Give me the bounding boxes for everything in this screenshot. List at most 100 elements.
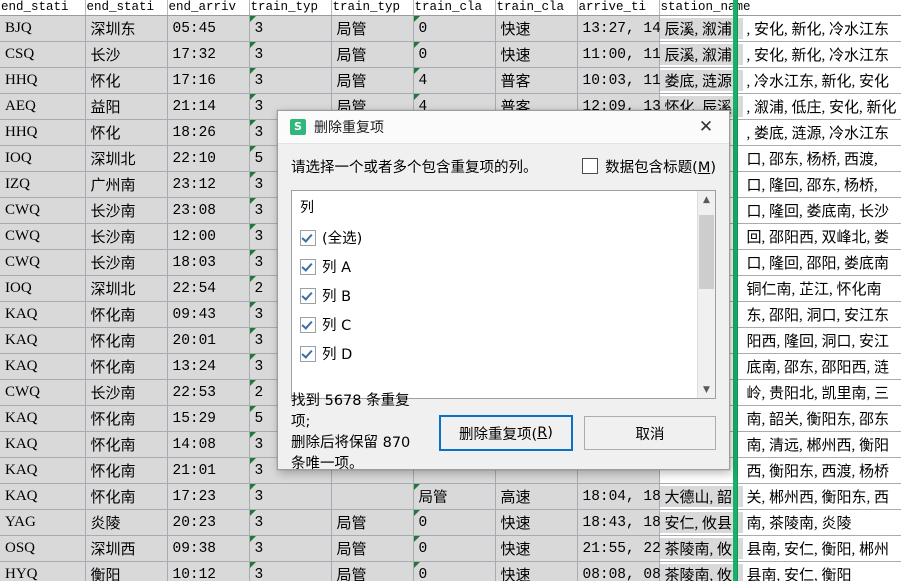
cell-train-class-code[interactable]: 0 (413, 15, 496, 42)
cell-end-station-code[interactable]: HHQ (0, 119, 86, 146)
cell-end-station-name[interactable]: 长沙南 (85, 249, 168, 276)
column-list-box[interactable]: 列 (全选) 列 A 列 B 列 C 列 D ▲ ▼ (291, 190, 716, 399)
table-row[interactable]: BJQ 深圳东 05:45 3 局管 0 快速 13:27, 14: 辰溪, 溆浦, 安化, 新… (0, 15, 901, 42)
cell-end-station-code[interactable]: IZQ (0, 171, 86, 198)
column-item-checkbox[interactable] (300, 316, 316, 333)
column-header-end-station-name[interactable]: end_stati (85, 0, 168, 16)
cell-end-station-name[interactable]: 怀化 (85, 119, 168, 146)
cell-end-station-name[interactable]: 长沙 (85, 41, 168, 68)
cell-station-name[interactable]: 大德山, 韶关, 郴州西, 衡阳东, 西 (659, 483, 901, 510)
cell-end-station-code[interactable]: KAQ (0, 327, 86, 354)
table-row[interactable]: CSQ 长沙 17:32 3 局管 0 快速 11:00, 11: 辰溪, 溆浦, 安化, 新化… (0, 41, 901, 68)
column-header-train-type-code[interactable]: train_typ (249, 0, 332, 16)
cell-end-arrive[interactable]: 20:23 (167, 509, 250, 536)
cell-end-station-name[interactable]: 怀化南 (85, 327, 168, 354)
cell-end-arrive[interactable]: 20:01 (167, 327, 250, 354)
remove-duplicates-dialog[interactable]: S 删除重复项 ✕ 请选择一个或者多个包含重复项的列。 数据包含标题(M) 列 … (277, 110, 730, 472)
list-vertical-scrollbar[interactable]: ▲ ▼ (697, 191, 715, 398)
cell-train-type-name[interactable]: 局管 (331, 535, 414, 562)
cell-end-station-name[interactable]: 怀化南 (85, 353, 168, 380)
cell-end-arrive[interactable]: 15:29 (167, 405, 250, 432)
cell-end-station-name[interactable]: 长沙南 (85, 223, 168, 250)
cell-train-class-name[interactable]: 快速 (495, 535, 578, 562)
column-item-checkbox[interactable] (300, 345, 316, 362)
cell-arrive-time[interactable]: 13:27, 14: (577, 15, 670, 42)
cell-end-station-name[interactable]: 深圳东 (85, 15, 168, 42)
header-checkbox-row[interactable]: 数据包含标题(M) (582, 156, 716, 177)
cell-end-arrive[interactable]: 09:38 (167, 535, 250, 562)
scroll-up-icon[interactable]: ▲ (698, 191, 715, 208)
cell-station-name[interactable]: 茶陵南, 攸县南, 安仁, 衡阳, 郴州 (659, 535, 901, 562)
cell-train-type-name[interactable]: 局管 (331, 509, 414, 536)
column-list-item[interactable]: 列 A (292, 252, 715, 281)
cell-end-arrive[interactable]: 21:14 (167, 93, 250, 120)
cell-end-arrive[interactable]: 18:26 (167, 119, 250, 146)
column-header-end-arrive[interactable]: end_arriv (167, 0, 250, 16)
cell-end-station-code[interactable]: KAQ (0, 431, 86, 458)
cell-end-arrive[interactable]: 22:54 (167, 275, 250, 302)
cell-end-station-code[interactable]: KAQ (0, 483, 86, 510)
cell-end-station-code[interactable]: IOQ (0, 275, 86, 302)
table-row[interactable]: YAG 炎陵 20:23 3 局管 0 快速 18:43, 18: 安仁, 攸县 南, 茶陵南, … (0, 509, 901, 536)
table-row[interactable]: OSQ 深圳西 09:38 3 局管 0 快速 21:55, 22: 茶陵南, 攸县南, 安仁,… (0, 535, 901, 562)
cell-train-class-name[interactable]: 快速 (495, 509, 578, 536)
cell-end-station-name[interactable]: 怀化 (85, 67, 168, 94)
cell-end-station-code[interactable]: CSQ (0, 41, 86, 68)
cell-end-station-name[interactable]: 益阳 (85, 93, 168, 120)
cell-station-name[interactable]: 娄底, 涟源, 冷水江东, 新化, 安化 (659, 67, 901, 94)
cell-train-type-name[interactable]: 局管 (331, 67, 414, 94)
cell-train-class-name[interactable]: 高速 (495, 483, 578, 510)
cell-arrive-time[interactable]: 18:43, 18: (577, 509, 670, 536)
column-list-item[interactable]: (全选) (292, 223, 715, 252)
cell-train-class-code[interactable]: 0 (413, 509, 496, 536)
cell-end-arrive[interactable]: 14:08 (167, 431, 250, 458)
scrollbar-thumb[interactable] (699, 215, 714, 289)
cell-train-class-code[interactable]: 局管 (413, 483, 496, 510)
column-list-item[interactable]: 列 D (292, 339, 715, 368)
cell-end-station-code[interactable]: KAQ (0, 457, 86, 484)
cell-train-class-name[interactable]: 普客 (495, 67, 578, 94)
cell-train-class-code[interactable]: 0 (413, 561, 496, 581)
table-row[interactable]: HHQ 怀化 17:16 3 局管 4 普客 10:03, 11: 娄底, 涟源, 冷水江东, … (0, 67, 901, 94)
cell-end-station-code[interactable]: KAQ (0, 405, 86, 432)
cell-end-arrive[interactable]: 13:24 (167, 353, 250, 380)
cell-train-class-name[interactable]: 快速 (495, 561, 578, 581)
cell-arrive-time[interactable]: 11:00, 11: (577, 41, 670, 68)
column-header-end-station-code[interactable]: end_stati (0, 0, 86, 16)
cell-train-type-name[interactable]: 局管 (331, 41, 414, 68)
cell-end-arrive[interactable]: 22:53 (167, 379, 250, 406)
cell-end-station-name[interactable]: 炎陵 (85, 509, 168, 536)
cell-station-name[interactable]: 茶陵南, 攸县南, 安仁, 衡阳 (659, 561, 901, 581)
cell-end-station-name[interactable]: 衡阳 (85, 561, 168, 581)
cell-end-arrive[interactable]: 17:23 (167, 483, 250, 510)
cell-end-station-name[interactable]: 怀化南 (85, 431, 168, 458)
cell-end-arrive[interactable]: 17:16 (167, 67, 250, 94)
cell-end-station-code[interactable]: CWQ (0, 379, 86, 406)
column-header-station-name[interactable]: station_name (659, 0, 901, 16)
remove-duplicates-button[interactable]: 删除重复项(R) (439, 415, 573, 451)
cell-train-type-code[interactable]: 3 (249, 67, 332, 94)
cell-station-name[interactable]: 辰溪, 溆浦, 安化, 新化, 冷水江东 (659, 15, 901, 42)
column-header-arrive-time[interactable]: arrive_ti (577, 0, 660, 16)
cell-train-type-code[interactable]: 3 (249, 483, 332, 510)
cell-train-class-name[interactable]: 快速 (495, 41, 578, 68)
cell-train-class-code[interactable]: 0 (413, 535, 496, 562)
dialog-title-bar[interactable]: S 删除重复项 ✕ (278, 111, 729, 144)
cancel-button[interactable]: 取消 (584, 416, 716, 450)
data-has-header-checkbox[interactable] (582, 158, 599, 174)
cell-end-arrive[interactable]: 21:01 (167, 457, 250, 484)
cell-station-name[interactable]: 辰溪, 溆浦, 安化, 新化, 冷水江东 (659, 41, 901, 68)
cell-end-station-name[interactable]: 长沙南 (85, 379, 168, 406)
cell-train-type-code[interactable]: 3 (249, 535, 332, 562)
cell-end-station-code[interactable]: YAG (0, 509, 86, 536)
cell-train-class-code[interactable]: 4 (413, 67, 496, 94)
data-has-header-label[interactable]: 数据包含标题(M) (605, 156, 716, 177)
column-item-checkbox[interactable] (300, 258, 316, 275)
cell-end-station-code[interactable]: HYQ (0, 561, 86, 581)
cell-end-station-code[interactable]: OSQ (0, 535, 86, 562)
table-row[interactable]: HYQ 衡阳 10:12 3 局管 0 快速 08:08, 08: 茶陵南, 攸县南, 安仁, … (0, 561, 901, 581)
cell-end-station-name[interactable]: 深圳北 (85, 275, 168, 302)
column-item-checkbox[interactable] (300, 229, 316, 246)
cell-end-station-code[interactable]: IOQ (0, 145, 86, 172)
cell-station-name[interactable]: 安仁, 攸县 南, 茶陵南, 炎陵 (659, 509, 901, 536)
